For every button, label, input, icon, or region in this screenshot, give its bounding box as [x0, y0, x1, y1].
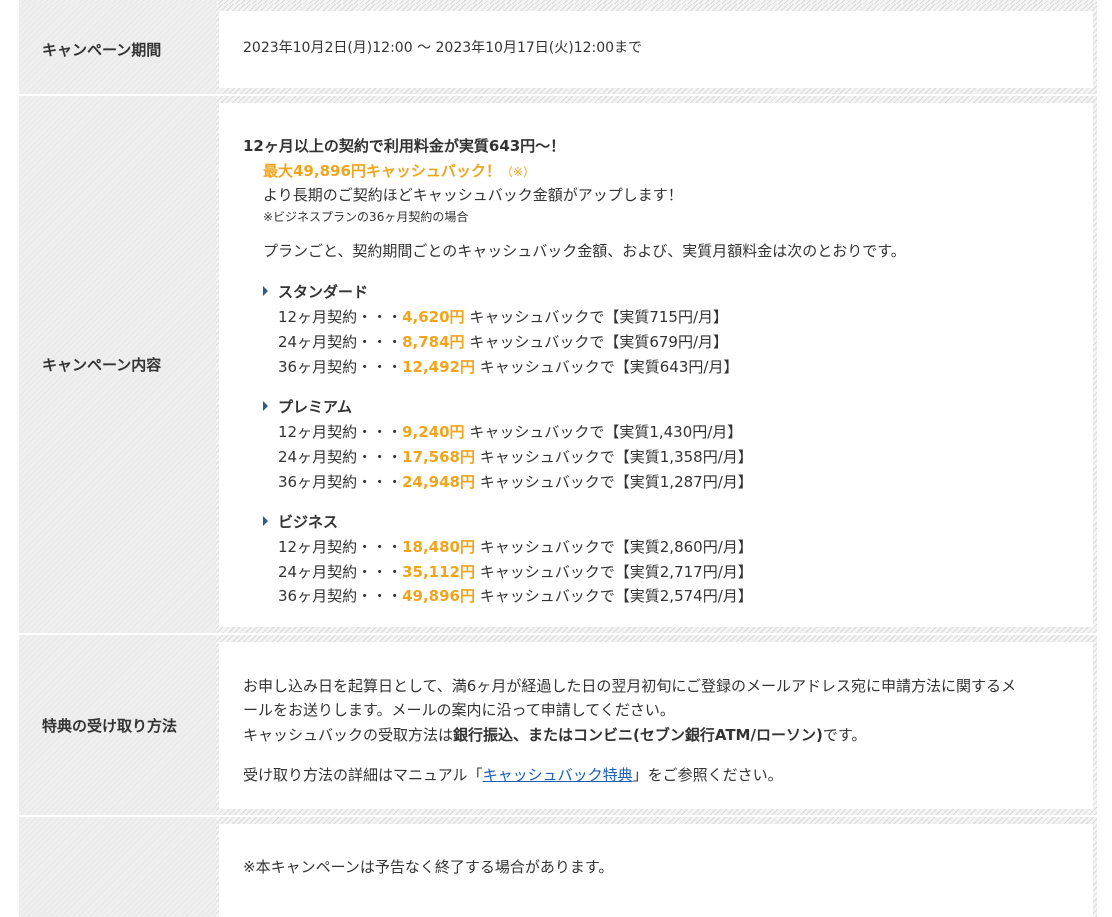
manual-reference-pre: 受け取り方法の詳細はマニュアル「 [243, 766, 483, 784]
plan-bullet-icon [263, 516, 268, 526]
row-campaign-content: キャンペーン内容 12ヶ月以上の契約で利用料金が実質643円〜！ 最大49,89… [19, 96, 1097, 633]
receive-paragraph-line2: ールをお送りします。メールの案内に沿って申請してください。 [243, 701, 675, 719]
cashback-manual-link[interactable]: キャッシュバック特典 [483, 766, 633, 784]
cashback-amount: 9,240円 [402, 423, 465, 441]
headline: 12ヶ月以上の契約で利用料金が実質643円〜！ [243, 137, 566, 155]
receive-method-post: です。 [822, 726, 867, 744]
effective-fee: キャッシュバックで【実質715円/月】 [464, 308, 729, 326]
term: 36ヶ月契約・・・ [278, 587, 403, 605]
row-header-notes [19, 817, 216, 917]
cashback-amount: 8,784円 [402, 333, 465, 351]
term: 12ヶ月契約・・・ [278, 423, 403, 441]
plan-bullet-icon [263, 401, 268, 411]
plan-row: 24ヶ月契約・・・17,568円 キャッシュバックで【実質1,358円/月】 [278, 446, 753, 467]
plan-row: 12ヶ月契約・・・9,240円 キャッシュバックで【実質1,430円/月】 [278, 421, 742, 442]
row-header-content: キャンペーン内容 [19, 96, 216, 633]
plan-name-standard: スタンダード [278, 283, 369, 301]
receive-method-line: キャッシュバックの受取方法は銀行振込、またはコンビニ(セブン銀行ATM/ローソン… [243, 724, 866, 745]
term: 24ヶ月契約・・・ [278, 563, 403, 581]
effective-fee: キャッシュバックで【実質643円/月】 [474, 358, 739, 376]
row-cell-receive: お申し込み日を起算日として、満6ヶ月が経過した日の翌月初旬にご登録のメールアドレ… [219, 642, 1093, 809]
row-campaign-period: キャンペーン期間 2023年10月2日(月)12:00 〜 2023年10月17… [19, 4, 1097, 94]
plan-row: 36ヶ月契約・・・49,896円 キャッシュバックで【実質2,574円/月】 [278, 585, 753, 606]
row-cell-period: 2023年10月2日(月)12:00 〜 2023年10月17日(火)12:00… [219, 11, 1093, 88]
note-mark: （※） [500, 165, 535, 179]
cashback-amount: 49,896円 [402, 587, 475, 605]
effective-fee: キャッシュバックで【実質1,287円/月】 [474, 473, 753, 491]
plan-row: 24ヶ月契約・・・35,112円 キャッシュバックで【実質2,717円/月】 [278, 561, 753, 582]
receive-method-options: 銀行振込、またはコンビニ(セブン銀行ATM/ローソン) [453, 726, 823, 744]
term: 24ヶ月契約・・・ [278, 448, 403, 466]
longer-term-text: より長期のご契約ほどキャッシュバック金額がアップします！ [263, 186, 683, 204]
cashback-amount: 4,620円 [402, 308, 465, 326]
cashback-amount: 17,568円 [402, 448, 475, 466]
cashback-amount: 12,492円 [402, 358, 475, 376]
plans-intro-text: プランごと、契約期間ごとのキャッシュバック金額、および、実質月額料金は次のとおり… [263, 242, 906, 260]
plan-bullet-icon [263, 286, 268, 296]
row-receive-method: 特典の受け取り方法 お申し込み日を起算日として、満6ヶ月が経過した日の翌月初旬に… [19, 635, 1097, 815]
effective-fee: キャッシュバックで【実質679円/月】 [464, 333, 729, 351]
row-cell-content: 12ヶ月以上の契約で利用料金が実質643円〜！ 最大49,896円キャッシュバッ… [219, 103, 1093, 627]
termination-note: ※本キャンペーンは予告なく終了する場合があります。 [243, 858, 614, 876]
cashback-amount: 35,112円 [402, 563, 475, 581]
cashback-amount: 18,480円 [402, 538, 475, 556]
effective-fee: キャッシュバックで【実質1,358円/月】 [474, 448, 753, 466]
effective-fee: キャッシュバックで【実質2,860円/月】 [474, 538, 753, 556]
plan-row: 36ヶ月契約・・・24,948円 キャッシュバックで【実質1,287円/月】 [278, 471, 753, 492]
max-cashback-text: 最大49,896円キャッシュバック！ [263, 162, 501, 180]
plan-name-premium: プレミアム [278, 398, 352, 416]
plan-row: 12ヶ月契約・・・4,620円 キャッシュバックで【実質715円/月】 [278, 306, 728, 327]
term: 12ヶ月契約・・・ [278, 538, 403, 556]
effective-fee: キャッシュバックで【実質2,574円/月】 [474, 587, 753, 605]
plan-name-business: ビジネス [278, 513, 339, 531]
term: 36ヶ月契約・・・ [278, 473, 403, 491]
receive-paragraph-line1: お申し込み日を起算日として、満6ヶ月が経過した日の翌月初旬にご登録のメールアドレ… [243, 677, 1017, 695]
effective-fee: キャッシュバックで【実質1,430円/月】 [464, 423, 743, 441]
plan-row: 24ヶ月契約・・・8,784円 キャッシュバックで【実質679円/月】 [278, 331, 728, 352]
row-header-period: キャンペーン期間 [19, 4, 216, 94]
max-cashback-line: 最大49,896円キャッシュバック！（※） [263, 160, 535, 181]
plan-row: 12ヶ月契約・・・18,480円 キャッシュバックで【実質2,860円/月】 [278, 536, 753, 557]
effective-fee: キャッシュバックで【実質2,717円/月】 [474, 563, 753, 581]
plan-row: 36ヶ月契約・・・12,492円 キャッシュバックで【実質643円/月】 [278, 356, 738, 377]
term: 24ヶ月契約・・・ [278, 333, 403, 351]
term: 36ヶ月契約・・・ [278, 358, 403, 376]
row-header-receive: 特典の受け取り方法 [19, 635, 216, 815]
row-cell-notes: ※本キャンペーンは予告なく終了する場合があります。 [219, 824, 1093, 917]
row-notes: ※本キャンペーンは予告なく終了する場合があります。 [19, 817, 1097, 917]
manual-reference-line: 受け取り方法の詳細はマニュアル「キャッシュバック特典」をご参照ください。 [243, 764, 783, 785]
term: 12ヶ月契約・・・ [278, 308, 403, 326]
campaign-period-text: 2023年10月2日(月)12:00 〜 2023年10月17日(火)12:00… [243, 40, 643, 56]
footnote-text: ※ビジネスプランの36ヶ月契約の場合 [263, 210, 469, 224]
cashback-amount: 24,948円 [402, 473, 475, 491]
manual-reference-post: 」をご参照ください。 [632, 766, 783, 784]
receive-method-pre: キャッシュバックの受取方法は [243, 726, 454, 744]
